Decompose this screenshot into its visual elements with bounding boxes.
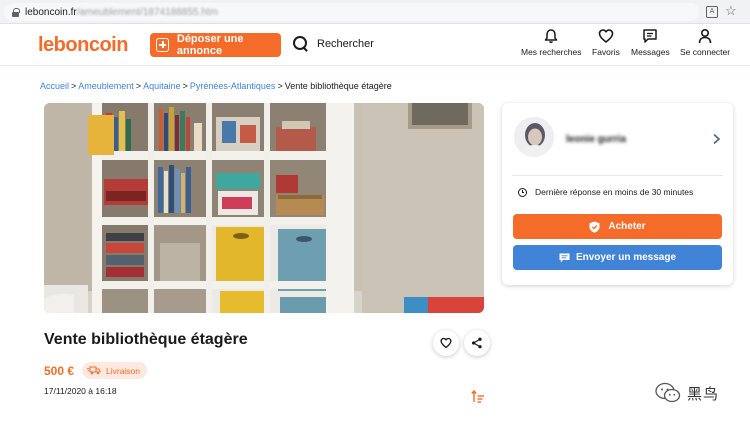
bookmark-star-icon[interactable]: ☆ bbox=[725, 4, 737, 18]
watermark: 黑鸟 bbox=[655, 382, 719, 404]
seller-name[interactable]: leonie gurria bbox=[566, 134, 626, 145]
nav-label: Messages bbox=[631, 47, 670, 57]
search-label: Rechercher bbox=[317, 38, 374, 50]
site-header: leboncoin Déposer une annonce Rechercher… bbox=[0, 24, 750, 66]
ad-date: 17/11/2020 à 16:18 bbox=[44, 386, 117, 396]
watermark-text: 黑鸟 bbox=[687, 384, 720, 403]
message-icon bbox=[643, 29, 658, 43]
response-time-label: Dernière réponse en moins de 30 minutes bbox=[535, 187, 694, 197]
bell-icon bbox=[544, 29, 558, 44]
url-path: /ameublement/1874188855.htm bbox=[76, 6, 218, 18]
ad-title: Vente bibliothèque étagère bbox=[44, 331, 248, 348]
avatar[interactable] bbox=[514, 117, 554, 157]
ad-photo[interactable] bbox=[44, 103, 484, 313]
share-button[interactable] bbox=[464, 330, 490, 356]
send-message-button[interactable]: Envoyer un message bbox=[513, 245, 722, 270]
send-message-label: Envoyer un message bbox=[575, 252, 677, 263]
breadcrumb-ameublement[interactable]: Ameublement bbox=[78, 81, 134, 91]
heart-icon bbox=[598, 29, 614, 43]
nav-label: Se connecter bbox=[680, 47, 731, 57]
nav-se-connecter[interactable]: Se connecter bbox=[680, 28, 730, 57]
seller-card: leonie gurria Dernière réponse en moins … bbox=[502, 103, 733, 285]
breadcrumb-pyrenees-atlantiques[interactable]: Pyrénées-Atlantiques bbox=[190, 81, 276, 91]
breadcrumb-aquitaine[interactable]: Aquitaine bbox=[143, 81, 181, 91]
search-button[interactable]: Rechercher bbox=[293, 36, 374, 52]
sort-icon[interactable] bbox=[471, 390, 485, 403]
delivery-badge: Livraison bbox=[82, 362, 148, 379]
browser-url-bar: leboncoin.fr/ameublement/1874188855.htm … bbox=[0, 0, 750, 24]
nav-messages[interactable]: Messages bbox=[631, 28, 670, 57]
avatar-photo bbox=[514, 117, 554, 157]
breadcrumb-current: Vente bibliothèque étagère bbox=[284, 81, 392, 91]
user-icon bbox=[698, 28, 712, 44]
ad-price: 500 € bbox=[44, 364, 75, 378]
chat-icon bbox=[559, 253, 570, 262]
response-time: Dernière réponse en moins de 30 minutes bbox=[518, 187, 693, 197]
lock-icon bbox=[12, 8, 20, 17]
clock-icon bbox=[518, 187, 527, 197]
translate-icon[interactable]: A bbox=[706, 6, 718, 18]
breadcrumb-accueil[interactable]: Accueil bbox=[40, 81, 69, 91]
plus-icon bbox=[156, 38, 169, 52]
nav-favoris[interactable]: Favoris bbox=[592, 28, 620, 57]
bookshelf-photo bbox=[44, 103, 484, 313]
deposit-ad-label: Déposer une annonce bbox=[176, 33, 244, 57]
url-domain: leboncoin.fr bbox=[25, 6, 77, 18]
nav-mes-recherches[interactable]: Mes recherches bbox=[521, 28, 581, 57]
address-field[interactable]: leboncoin.fr/ameublement/1874188855.htm bbox=[4, 3, 699, 21]
buy-label: Acheter bbox=[608, 221, 646, 232]
share-icon bbox=[471, 337, 482, 349]
chevron-right-icon[interactable] bbox=[713, 134, 721, 144]
divider bbox=[512, 175, 723, 176]
heart-icon bbox=[440, 337, 452, 349]
breadcrumb: Accueil > Ameublement > Aquitaine > Pyrénées-A… bbox=[40, 81, 392, 91]
truck-icon bbox=[87, 366, 101, 375]
shield-icon bbox=[589, 221, 600, 233]
delivery-label: Livraison bbox=[106, 365, 141, 376]
favorite-button[interactable] bbox=[433, 330, 459, 356]
wechat-icon bbox=[655, 382, 681, 403]
buy-button[interactable]: Acheter bbox=[513, 214, 722, 239]
search-icon bbox=[293, 36, 309, 52]
nav-label: Favoris bbox=[592, 47, 620, 57]
leboncoin-logo[interactable]: leboncoin bbox=[38, 34, 128, 57]
deposit-ad-button[interactable]: Déposer une annonce bbox=[150, 33, 281, 57]
nav-label: Mes recherches bbox=[521, 47, 582, 57]
